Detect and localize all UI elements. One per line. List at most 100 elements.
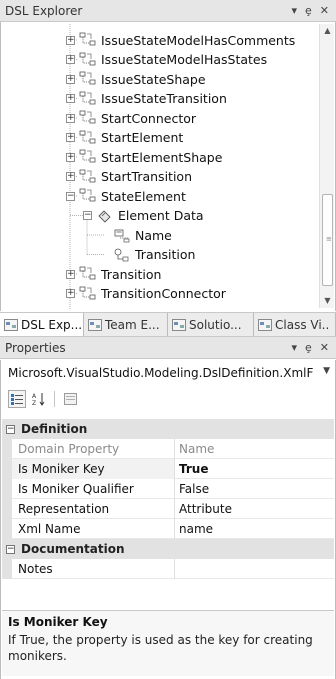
property-value[interactable]: name [175,522,334,536]
property-row[interactable]: Representation Attribute [2,498,334,519]
element-data-icon [96,208,114,224]
tree-node-label: StartElement [101,130,184,145]
collapse-icon[interactable]: − [66,191,75,201]
chevron-down-icon[interactable]: ▼ [323,366,330,376]
relationship-icon [79,52,97,68]
tree-node[interactable]: + IssueStateShape [66,69,206,89]
row-gutter [2,498,12,519]
property-row[interactable]: Xml Name name [2,518,334,539]
property-row[interactable]: Notes [2,558,334,579]
property-name: Representation [12,498,175,519]
relationship-icon [79,130,96,143]
window-position-dropdown-icon[interactable]: ▾ [291,341,297,354]
expand-icon[interactable]: + [66,289,75,298]
class-view-icon [258,318,272,331]
relationship-icon [79,130,97,146]
tree-node-label: StartElementShape [101,149,223,165]
tree-node[interactable]: + IssueStateModelHasStates [66,50,267,70]
tree-node[interactable]: − Element Data [83,206,204,226]
tree-node-label: StartTransition [101,169,192,184]
relationship-icon [79,266,97,282]
categorized-view-button[interactable] [8,390,26,408]
relationship-icon [79,286,97,302]
window-position-dropdown-icon[interactable]: ▾ [291,4,297,17]
tab-dsl-explorer[interactable]: DSL Exp... [0,313,84,336]
row-gutter [2,438,12,459]
expand-icon[interactable]: + [66,133,75,142]
category-label: Documentation [21,542,125,556]
scroll-down-arrow-icon[interactable]: ▼ [320,294,335,308]
relationship-icon [79,110,97,126]
tree-node[interactable]: + StartTransition [66,167,192,187]
close-icon[interactable]: ✕ [320,4,329,17]
dsl-explorer-tree[interactable]: + IssueStateModelHasComments + IssueStateMo… [2,24,320,309]
tree-node[interactable]: − StateElement [66,186,186,206]
property-row[interactable]: Is Moniker Qualifier False [2,478,334,499]
close-icon[interactable]: ✕ [320,341,329,354]
property-value[interactable]: True [175,462,334,476]
alphabetical-view-button[interactable]: A Z [30,390,48,408]
tree-node[interactable]: + StartElementShape [66,147,222,167]
expand-icon[interactable]: + [66,94,75,103]
tab-class-view[interactable]: Class Vi.. [254,313,336,336]
property-row[interactable]: Is Moniker Key True [2,458,334,479]
element-data-icon [98,209,111,223]
tree-node-label: Name [135,227,172,243]
relationship-icon [79,32,96,46]
row-gutter [2,458,12,479]
tree-node[interactable]: + IssueStateTransition [66,89,227,109]
tree-node-label: IssueStateModelHasStates [101,52,268,67]
category-documentation[interactable]: − Documentation [2,539,334,559]
property-name: Domain Property [12,438,175,459]
auto-hide-pin-icon[interactable]: ȩ [305,4,312,17]
collapse-icon[interactable]: − [83,211,92,220]
auto-hide-pin-icon[interactable]: ȩ [305,341,312,354]
relationship-icon [79,71,97,87]
scrollbar-thumb[interactable]: ≡ [322,194,333,286]
svg-text:Z: Z [32,400,36,406]
property-value[interactable]: False [175,482,334,496]
tab-label: Solutio... [189,317,242,332]
tab-team-explorer[interactable]: Team E... [84,313,168,336]
tree-node-label: IssueStateModelHasComments [101,32,296,48]
tab-solution-explorer[interactable]: Solutio... [168,313,254,336]
property-name: Is Moniker Qualifier [12,478,175,499]
relationship-icon [79,286,96,299]
expand-icon[interactable]: + [66,172,75,181]
collapse-icon[interactable]: − [6,544,15,554]
category-definition[interactable]: − Definition [2,419,334,439]
property-name: Notes [12,558,175,579]
scrollbar-grip-icon: ≡ [326,235,332,243]
property-row[interactable]: Domain Property Name [2,438,334,459]
property-grid[interactable]: − Definition Domain Property Name Is Moniker… [2,419,334,579]
expand-icon[interactable]: + [66,35,75,45]
property-value[interactable]: Attribute [175,502,334,516]
tree-node[interactable]: + Transition [66,264,161,284]
expand-icon[interactable]: + [66,113,75,123]
tree-node[interactable]: Transition [100,245,195,265]
tab-label: Class Vi.. [275,317,330,332]
expand-icon[interactable]: + [66,74,75,84]
relationship-icon [79,32,97,48]
scroll-up-arrow-icon[interactable]: ▲ [320,24,335,38]
category-label: Definition [21,422,88,436]
expand-icon[interactable]: + [66,55,75,64]
expand-icon[interactable]: + [66,152,75,162]
description-text: If True, the property is used as the key… [8,633,313,663]
expand-icon[interactable]: + [66,269,75,279]
tree-node-label: Transition [135,247,196,262]
property-pages-button[interactable] [61,390,79,408]
relationship-icon [79,71,96,85]
role-icon [114,248,129,261]
tree-vertical-scrollbar[interactable]: ▲ ≡ ▼ [319,24,334,308]
properties-window: Microsoft.VisualStudio.Modeling.DslDefin… [0,360,336,679]
tree-node-label: StartConnector [101,110,197,126]
svg-text:A: A [32,393,37,400]
tree-node[interactable]: + StartConnector [66,108,196,128]
tree-node[interactable]: + TransitionConnector [66,284,226,304]
tree-node[interactable]: Name [100,225,172,245]
tree-node[interactable]: + IssueStateModelHasComments [66,30,295,50]
collapse-icon[interactable]: − [6,424,15,434]
object-selector-dropdown[interactable]: Microsoft.VisualStudio.Modeling.DslDefin… [2,362,334,384]
tree-node[interactable]: + StartElement [66,128,183,148]
